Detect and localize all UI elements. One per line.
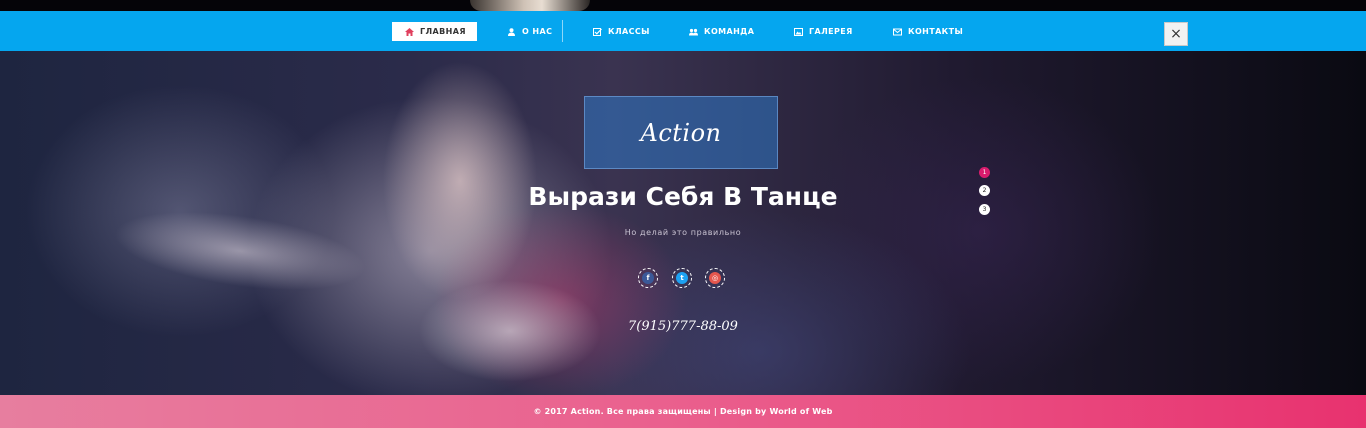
logo-box[interactable]: Action [584, 96, 778, 169]
main-navbar: ГЛАВНАЯ О НАС КЛАССЫ КОМАНДА ГАЛЕРЕЯ КОН… [0, 11, 1366, 51]
nav-item-label: О НАС [522, 27, 553, 36]
slide-dot-1[interactable]: 1 [979, 167, 990, 178]
nav-item-contacts[interactable]: КОНТАКТЫ [893, 22, 963, 41]
home-icon [405, 27, 414, 36]
nav-item-home[interactable]: ГЛАВНАЯ [392, 22, 477, 41]
twitter-button[interactable]: t [672, 268, 692, 288]
nav-item-classes[interactable]: КЛАССЫ [593, 22, 650, 41]
close-icon: × [1170, 26, 1182, 42]
instagram-icon: ◎ [709, 272, 721, 284]
slide-dot-2[interactable]: 2 [979, 185, 990, 196]
checkbox-icon [593, 27, 602, 36]
nav-divider [562, 20, 563, 42]
nav-item-label: КОМАНДА [704, 27, 755, 36]
top-strip [0, 0, 1366, 11]
hero-photo-top-edge [470, 0, 590, 11]
twitter-icon: t [676, 272, 688, 284]
nav-item-label: ГАЛЕРЕЯ [809, 27, 853, 36]
slide-dot-3[interactable]: 3 [979, 204, 990, 215]
nav-item-label: ГЛАВНАЯ [420, 27, 466, 36]
phone-number: 7(915)777-88-09 [628, 319, 738, 334]
hero-section: Action Вырази Себя В Танце Но делай это … [0, 51, 1366, 395]
instagram-button[interactable]: ◎ [705, 268, 725, 288]
nav-item-about[interactable]: О НАС [507, 22, 552, 41]
group-icon [689, 28, 698, 36]
footer: © 2017 Action. Все права защищены | Desi… [0, 395, 1366, 428]
envelope-icon [893, 28, 902, 36]
close-button[interactable]: × [1164, 22, 1188, 46]
nav-item-label: КЛАССЫ [608, 27, 650, 36]
hero-subline: Но делай это правильно [624, 228, 742, 237]
image-icon [794, 27, 803, 36]
hero-headline: Вырази Себя В Танце [528, 182, 838, 211]
nav-item-gallery[interactable]: ГАЛЕРЕЯ [794, 22, 853, 41]
facebook-button[interactable]: f [638, 268, 658, 288]
user-icon [507, 27, 516, 36]
facebook-icon: f [642, 272, 654, 284]
footer-copyright: © 2017 Action. Все права защищены | Desi… [533, 407, 833, 416]
nav-item-team[interactable]: КОМАНДА [689, 22, 754, 41]
nav-item-label: КОНТАКТЫ [908, 27, 964, 36]
logo-text: Action [640, 118, 722, 147]
